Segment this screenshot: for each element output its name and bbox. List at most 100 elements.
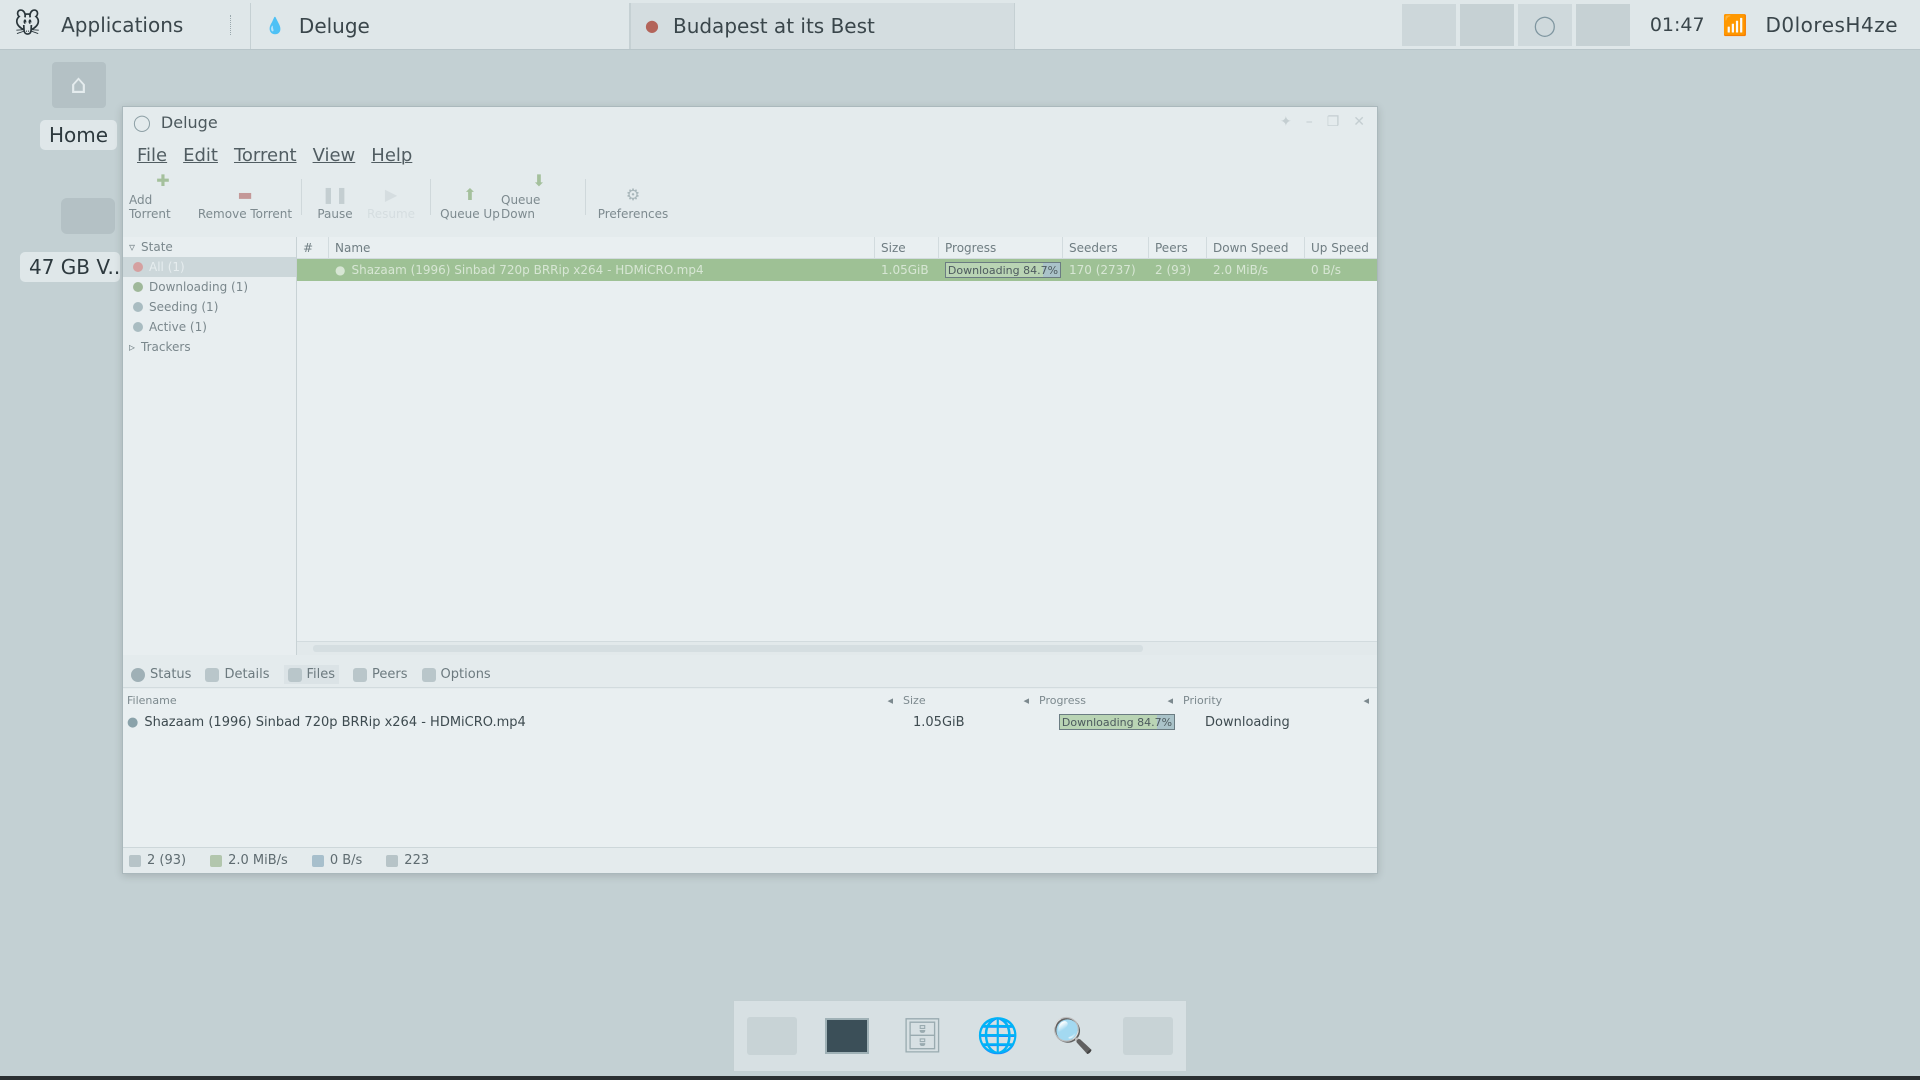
col-header-num[interactable]: # — [297, 237, 329, 258]
desktop-home-icon[interactable]: ⌂ Home — [40, 62, 118, 150]
sidebar-item-label: Downloading (1) — [149, 280, 249, 294]
col-header-down-speed[interactable]: Down Speed — [1207, 237, 1305, 258]
col-header-up-speed[interactable]: Up Speed — [1305, 237, 1371, 258]
file-row[interactable]: ● Shazaam (1996) Sinbad 720p BRRip x264 … — [123, 711, 1377, 733]
applications-menu[interactable]: 🐭 Applications — [0, 0, 230, 49]
tab-files[interactable]: Files — [283, 665, 340, 684]
user-menu[interactable]: D0loresH4ze — [1766, 13, 1899, 37]
play-icon: ▶ — [384, 184, 398, 204]
resume-button[interactable]: ▶ Resume — [360, 184, 422, 222]
queue-up-button[interactable]: ⬆ Queue Up — [439, 184, 501, 222]
menu-torrent[interactable]: Torrent — [234, 145, 297, 166]
col-header-size[interactable]: Size — [875, 237, 939, 258]
row-num-cell — [297, 259, 329, 281]
window-title: Deluge — [160, 112, 218, 132]
file-priority[interactable]: Downloading — [1179, 715, 1375, 730]
desktop-drive-icon[interactable]: 47 GB V... — [20, 198, 120, 282]
menu-view[interactable]: View — [313, 145, 356, 166]
dock-folder[interactable] — [1121, 1011, 1175, 1061]
files-col-progress-label: Progress — [1039, 693, 1086, 707]
tab-peers[interactable]: Peers — [353, 667, 408, 682]
files-col-priority[interactable]: Priority ◂ — [1179, 689, 1375, 711]
torrent-row[interactable]: ● Shazaam (1996) Sinbad 720p BRRip x264 … — [297, 259, 1377, 281]
dock-file-manager[interactable]: 🗄 — [895, 1011, 949, 1061]
sidebar-item-downloading[interactable]: Downloading (1) — [123, 277, 296, 297]
status-bar: 2 (93) 2.0 MiB/s 0 B/s 223 — [123, 847, 1377, 873]
workspace-1[interactable] — [1401, 3, 1456, 46]
sidebar-item-seeding[interactable]: Seeding (1) — [123, 297, 296, 317]
horizontal-scrollbar[interactable] — [297, 641, 1377, 655]
active-icon — [133, 322, 143, 332]
downloading-icon: ● — [335, 263, 346, 277]
info-icon — [131, 667, 145, 682]
workspace-2[interactable] — [1459, 3, 1514, 46]
torrent-down-speed: 2.0 MiB/s — [1213, 263, 1269, 277]
dock-show-desktop[interactable] — [745, 1011, 799, 1061]
status-download-speed[interactable]: 2.0 MiB/s — [210, 853, 288, 868]
files-col-progress[interactable]: Progress ◂ — [1035, 689, 1179, 711]
col-header-seeders[interactable]: Seeders — [1063, 237, 1149, 258]
wifi-icon[interactable]: 📶 — [1723, 13, 1748, 37]
sidebar-trackers-header[interactable]: ▹ Trackers — [123, 337, 296, 357]
tab-status[interactable]: Status — [131, 667, 191, 682]
tray-deluge-icon[interactable]: ◯ — [1517, 3, 1572, 46]
menu-file[interactable]: File — [137, 145, 167, 166]
pause-button[interactable]: ❚❚ Pause — [310, 185, 360, 222]
maximize-icon[interactable]: ❐ — [1327, 114, 1340, 130]
tab-peers-label: Peers — [372, 667, 408, 682]
col-header-progress[interactable]: Progress — [939, 237, 1063, 258]
dock-web-browser[interactable]: 🌐 — [971, 1011, 1025, 1061]
close-icon[interactable]: ✕ — [1353, 114, 1365, 130]
pause-label: Pause — [317, 207, 353, 221]
clock[interactable]: 01:47 — [1650, 14, 1705, 36]
add-torrent-button[interactable]: ✚ Add Torrent — [129, 171, 197, 222]
drive-label: 47 GB V... — [20, 252, 120, 282]
queue-down-button[interactable]: ⬇ Queue Down — [501, 171, 577, 222]
minimize-icon[interactable]: – — [1306, 114, 1313, 130]
sort-arrow-icon: ◂ — [1167, 693, 1173, 707]
files-col-size[interactable]: Size ◂ — [899, 689, 1035, 711]
col-header-name[interactable]: Name — [329, 237, 875, 258]
menu-edit[interactable]: Edit — [183, 145, 218, 166]
preferences-label: Preferences — [597, 207, 669, 221]
sort-arrow-icon: ◂ — [1363, 693, 1369, 707]
sidebar-item-active[interactable]: Active (1) — [123, 317, 296, 337]
taskbar-deluge[interactable]: 💧 Deluge — [250, 2, 630, 49]
pin-icon[interactable]: ✦ — [1280, 114, 1292, 130]
menubar: File Edit Torrent View Help — [123, 137, 1377, 173]
status-connections[interactable]: 2 (93) — [129, 853, 186, 868]
deluge-icon: ◯ — [133, 112, 151, 132]
taskbar-firefox[interactable]: ● Budapest at its Best — [630, 2, 1015, 49]
files-panel: Filename ◂ Size ◂ Progress ◂ Priority ◂ … — [123, 689, 1377, 847]
terminal-icon — [824, 1018, 869, 1054]
torrent-list: # Name Size Progress Seeders Peers Down … — [297, 237, 1377, 655]
download-icon — [210, 854, 223, 867]
files-col-filename[interactable]: Filename ◂ — [123, 689, 899, 711]
filter-sidebar: ▿ State All (1) Downloading (1) Seeding … — [123, 237, 297, 655]
workspace-4[interactable] — [1575, 3, 1630, 46]
row-progress-cell: Downloading 84.7% — [939, 259, 1063, 281]
preferences-button[interactable]: ⚙ Preferences — [594, 185, 672, 222]
window-titlebar[interactable]: ◯ Deluge ✦ – ❐ ✕ — [123, 107, 1377, 137]
dock-terminal[interactable] — [820, 1011, 874, 1061]
torrent-peers: 2 (93) — [1155, 263, 1192, 277]
scrollbar-thumb[interactable] — [313, 645, 1143, 652]
deluge-window: ◯ Deluge ✦ – ❐ ✕ File Edit Torrent View … — [122, 106, 1378, 874]
sidebar-state-header[interactable]: ▿ State — [123, 237, 296, 257]
files-header: Filename ◂ Size ◂ Progress ◂ Priority ◂ — [123, 689, 1377, 711]
file-icon: ● — [127, 714, 139, 730]
col-header-peers[interactable]: Peers — [1149, 237, 1207, 258]
search-icon: 🔍 — [1051, 1016, 1095, 1056]
sidebar-state-label: State — [141, 240, 173, 254]
status-upload-speed[interactable]: 0 B/s — [311, 853, 362, 868]
menu-help[interactable]: Help — [371, 145, 412, 166]
tab-details[interactable]: Details — [205, 667, 270, 682]
arrow-up-icon: ⬆ — [463, 184, 477, 204]
sidebar-item-all[interactable]: All (1) — [123, 257, 296, 277]
detail-tabs: Status Details Files Peers Options — [123, 662, 1377, 688]
dock-app-finder[interactable]: 🔍 — [1046, 1011, 1100, 1061]
remove-torrent-button[interactable]: ▬ Remove Torrent — [197, 185, 293, 222]
tab-options[interactable]: Options — [421, 667, 491, 682]
tab-options-label: Options — [440, 667, 491, 682]
home-label: Home — [40, 120, 118, 150]
